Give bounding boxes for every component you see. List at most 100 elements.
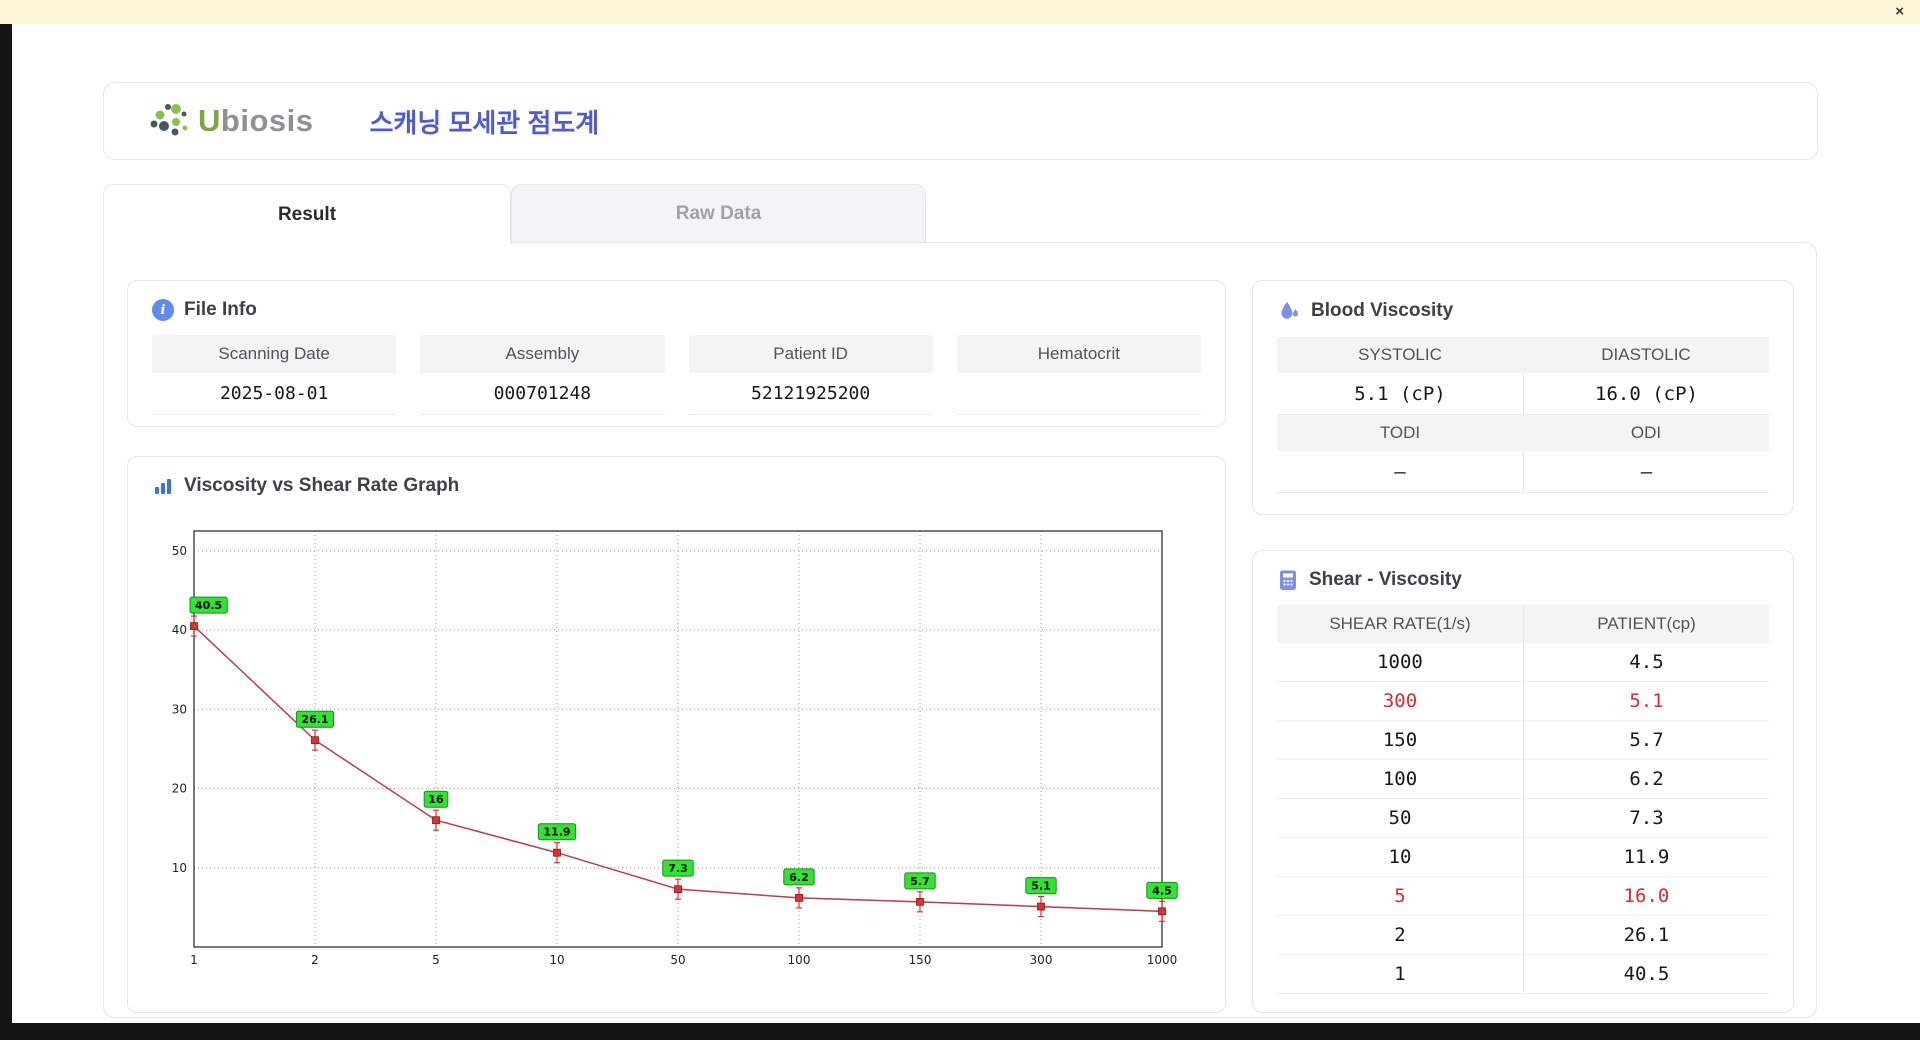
calculator-icon [1280,570,1296,590]
file-info-card: i File Info Scanning Date 2025-08-01 Assem… [127,280,1226,427]
blood-viscosity-value-cell: 16.0 (cP) [1523,373,1769,415]
file-info-field-value: 2025-08-01 [152,373,397,415]
file-info-field-label: Scanning Date [152,335,397,373]
svg-text:4.5: 4.5 [1152,884,1172,897]
shear-rate-cell: 150 [1382,729,1418,751]
shear-table-row: 50 7.3 [1277,799,1769,838]
close-icon[interactable]: × [1895,2,1904,22]
patient-viscosity-cell: 11.9 [1523,838,1769,876]
svg-text:26.1: 26.1 [301,713,328,726]
blood-viscosity-value-row: – – [1277,451,1769,493]
shear-table-row: 2 26.1 [1277,916,1769,955]
file-info-column: Scanning Date 2025-08-01 [152,335,397,415]
shear-table-row: 150 5.7 [1277,721,1769,760]
file-info-column: Hematocrit [956,335,1201,415]
svg-text:30: 30 [172,702,187,716]
shear-table-row: 300 5.1 [1277,682,1769,721]
blood-viscosity-value-cell: 5.1 (cP) [1277,373,1523,415]
shear-rate-cell: 2 [1394,924,1406,946]
blood-viscosity-title: Blood Viscosity [1311,300,1454,321]
svg-text:5.1: 5.1 [1031,880,1051,893]
patient-column-header: PATIENT(cp) [1523,605,1769,643]
blood-viscosity-header-row: SYSTOLIC DIASTOLIC [1277,337,1769,373]
bar-chart-icon [155,479,171,494]
blood-viscosity-header-cell: TODI [1277,415,1523,451]
brand-text: Ubiosis [198,103,313,139]
blood-viscosity-header-row: TODI ODI [1277,415,1769,451]
blood-viscosity-header-cell: SYSTOLIC [1277,337,1523,373]
shear-rate-cell: 1000 [1377,651,1423,673]
patient-viscosity-cell: 26.1 [1523,916,1769,954]
shear-table-row: 10 11.9 [1277,838,1769,877]
svg-text:5: 5 [432,953,440,967]
file-info-field-label: Patient ID [688,335,933,373]
shear-viscosity-title: Shear - Viscosity [1309,569,1462,590]
svg-text:16: 16 [428,793,444,806]
blood-viscosity-table: SYSTOLIC DIASTOLIC 5.1 (cP) 16.0 (cP) TODI OD… [1277,337,1769,493]
svg-text:7.3: 7.3 [668,862,688,875]
logo-dots-icon [150,104,188,136]
svg-text:100: 100 [788,953,811,967]
tab-result[interactable]: Result [103,184,511,244]
patient-viscosity-cell: 7.3 [1523,799,1769,837]
title-bar: × [0,0,1920,24]
svg-text:40: 40 [172,623,187,637]
file-info-field-value [956,373,1201,415]
file-info-field-value: 52121925200 [688,373,933,415]
file-info-field-label: Assembly [420,335,665,373]
viscosity-chart: 1 2 5 10 50 100 150 300 1000 10 20 30 40 50 40.5 26.1 16… [172,530,1178,967]
svg-text:2: 2 [311,953,319,967]
file-info-title: File Info [184,299,257,320]
viscosity-graph-card: Viscosity vs Shear Rate Graph 1 2 5 10 50 100… [127,456,1226,1013]
blood-viscosity-value-row: 5.1 (cP) 16.0 (cP) [1277,373,1769,415]
droplets-icon [1281,302,1298,319]
shear-table-row: 100 6.2 [1277,760,1769,799]
shear-rate-cell: 5 [1394,885,1406,907]
graph-title: Viscosity vs Shear Rate Graph [184,475,460,496]
shear-viscosity-table: SHEAR RATE(1/s) PATIENT(cp) 1000 4.5 300 5.… [1277,605,1769,994]
shear-rate-cell: 1 [1394,963,1406,985]
svg-text:50: 50 [172,544,187,558]
tab-raw-data[interactable]: Raw Data [511,184,926,242]
patient-viscosity-cell: 6.2 [1523,760,1769,798]
file-info-field-label: Hematocrit [956,335,1201,373]
file-info-column: Assembly 000701248 [420,335,665,415]
blood-viscosity-value-cell: – [1277,451,1523,493]
blood-viscosity-header-cell: ODI [1523,415,1769,451]
patient-viscosity-cell: 4.5 [1523,643,1769,681]
shear-table-row: 1000 4.5 [1277,643,1769,682]
ubiosis-logo: Ubiosis [146,101,313,141]
shear-table-header: SHEAR RATE(1/s) PATIENT(cp) [1277,605,1769,643]
info-icon: i [152,299,174,321]
svg-text:1000: 1000 [1147,953,1178,967]
brand-u: U [198,103,221,138]
svg-text:10: 10 [172,861,187,875]
svg-text:6.2: 6.2 [789,871,809,884]
file-info-field-value: 000701248 [420,373,665,415]
svg-text:10: 10 [549,953,564,967]
shear-table-row: 1 40.5 [1277,955,1769,994]
app-window: Ubiosis 스캐닝 모세관 점도계 Result Raw Data i Fi… [12,24,1920,1023]
svg-text:50: 50 [670,953,685,967]
file-info-grid: Scanning Date 2025-08-01 Assembly 000701248… [152,335,1201,415]
shear-rate-cell: 100 [1382,768,1418,790]
shear-viscosity-card: Shear - Viscosity SHEAR RATE(1/s) PATIEN… [1252,550,1794,1013]
blood-viscosity-card: Blood Viscosity SYSTOLIC DIASTOLIC 5.1 (cP… [1252,280,1794,515]
shear-rate-cell: 300 [1382,690,1418,712]
brand-rest: biosis [220,103,314,138]
patient-viscosity-cell: 5.1 [1523,682,1769,720]
shear-rate-cell: 50 [1388,807,1412,829]
blood-viscosity-header-cell: DIASTOLIC [1523,337,1769,373]
svg-text:20: 20 [172,782,187,796]
page-title: 스캐닝 모세관 점도계 [369,107,600,138]
result-panel: i File Info Scanning Date 2025-08-01 Assem… [103,242,1817,1018]
shear-table-row: 5 16.0 [1277,877,1769,916]
svg-text:5.7: 5.7 [910,875,930,888]
svg-text:1: 1 [190,953,198,967]
shear-rate-cell: 10 [1388,846,1412,868]
svg-text:11.9: 11.9 [543,826,570,839]
patient-viscosity-cell: 16.0 [1523,877,1769,915]
svg-text:40.5: 40.5 [195,599,222,612]
blood-viscosity-value-cell: – [1523,451,1769,493]
patient-viscosity-cell: 40.5 [1523,955,1769,993]
